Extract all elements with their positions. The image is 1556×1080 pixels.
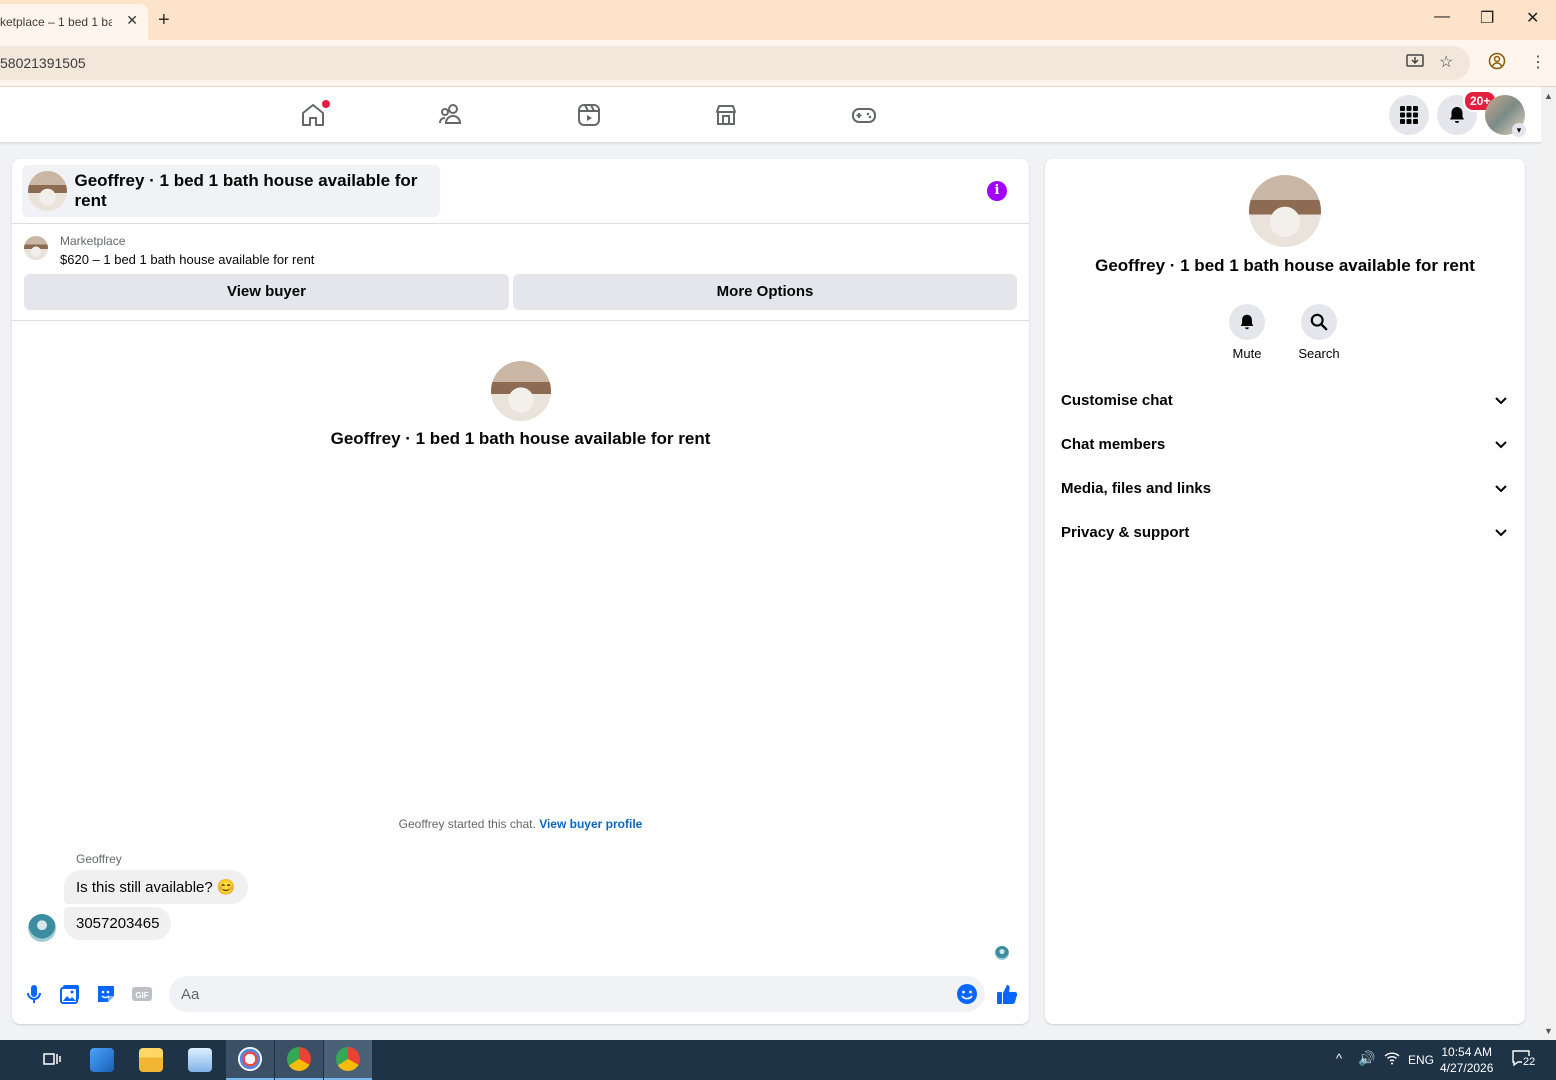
browser-toolbar: 58021391505 ☆ ⋮ bbox=[0, 40, 1556, 87]
sender-avatar[interactable] bbox=[28, 914, 56, 942]
chevron-down-icon bbox=[1495, 485, 1507, 493]
search-label: Search bbox=[1298, 346, 1340, 361]
page-scrollbar[interactable]: ▲ ▼ bbox=[1541, 87, 1556, 1040]
restore-icon[interactable]: ❐ bbox=[1480, 8, 1494, 28]
photos-app-icon[interactable] bbox=[176, 1040, 224, 1080]
paint-app-icon[interactable] bbox=[226, 1040, 274, 1080]
action-center-icon[interactable]: 22 bbox=[1512, 1050, 1540, 1070]
tray-chevron-icon[interactable]: ^ bbox=[1336, 1051, 1342, 1066]
chat-header[interactable]: Geoffrey · 1 bed 1 bath house available … bbox=[22, 165, 440, 217]
language-indicator[interactable]: ENG bbox=[1408, 1053, 1434, 1067]
windows-taskbar: ^ 🔊 ENG 10:54 AM 4/27/2026 22 bbox=[0, 1040, 1556, 1080]
chevron-down-icon bbox=[1495, 397, 1507, 405]
message-bubble[interactable]: Is this still available? 😊 bbox=[64, 870, 248, 904]
emoji-icon[interactable] bbox=[956, 983, 978, 1005]
top-navigation: 20+ ▾ bbox=[0, 87, 1541, 143]
started-text: Geoffrey started this chat. bbox=[398, 817, 536, 831]
gif-icon[interactable]: GIF bbox=[131, 983, 153, 1005]
bookmark-star-icon[interactable]: ☆ bbox=[1439, 52, 1453, 72]
section-label: Customise chat bbox=[1061, 391, 1173, 409]
menu-button[interactable] bbox=[1389, 95, 1429, 135]
browser-tab[interactable]: ketplace – 1 bed 1 ba ✕ bbox=[0, 4, 148, 40]
seen-indicator-avatar bbox=[995, 946, 1009, 960]
video-icon[interactable] bbox=[575, 101, 603, 129]
details-avatar bbox=[1249, 175, 1321, 247]
file-explorer-icon[interactable] bbox=[127, 1040, 175, 1080]
svg-text:GIF: GIF bbox=[135, 991, 148, 1000]
system-clock[interactable]: 10:54 AM 4/27/2026 bbox=[1440, 1044, 1493, 1076]
chrome-profile-m-icon[interactable] bbox=[275, 1040, 323, 1080]
account-chevron-icon[interactable]: ▾ bbox=[1512, 123, 1526, 137]
microphone-icon[interactable] bbox=[23, 983, 45, 1005]
minimize-icon[interactable]: — bbox=[1434, 8, 1450, 26]
section-label: Media, files and links bbox=[1061, 479, 1212, 497]
tab-close-icon[interactable]: ✕ bbox=[126, 12, 138, 29]
divider bbox=[12, 320, 1029, 321]
message-input[interactable] bbox=[169, 976, 985, 1012]
search-icon bbox=[1310, 313, 1328, 331]
scroll-down-icon[interactable]: ▼ bbox=[1544, 1026, 1553, 1036]
clock-date: 4/27/2026 bbox=[1440, 1061, 1494, 1075]
more-options-button[interactable]: More Options bbox=[513, 274, 1017, 310]
mute-button[interactable]: Mute bbox=[1212, 304, 1282, 361]
marketplace-thumbnail bbox=[24, 236, 48, 260]
details-title: Geoffrey · 1 bed 1 bath house available … bbox=[1095, 256, 1475, 275]
photo-icon[interactable] bbox=[59, 983, 81, 1005]
volume-icon[interactable]: 🔊 bbox=[1358, 1050, 1375, 1067]
tab-title: ketplace – 1 bed 1 ba bbox=[0, 15, 112, 29]
chat-members-section[interactable]: Chat members bbox=[1061, 426, 1509, 462]
view-buyer-profile-link[interactable]: View buyer profile bbox=[539, 817, 642, 831]
listing-price[interactable]: $620 – 1 bed 1 bath house available for … bbox=[60, 252, 314, 267]
info-icon[interactable]: i bbox=[987, 181, 1007, 201]
grid-menu-icon bbox=[1400, 106, 1418, 124]
close-window-icon[interactable]: ✕ bbox=[1526, 8, 1539, 28]
friends-icon[interactable] bbox=[437, 101, 465, 129]
privacy-support-section[interactable]: Privacy & support bbox=[1061, 514, 1509, 550]
conversation-title: Geoffrey · 1 bed 1 bath house available … bbox=[330, 429, 711, 448]
thumbs-up-icon[interactable] bbox=[995, 982, 1019, 1006]
browser-menu-icon[interactable]: ⋮ bbox=[1530, 52, 1546, 72]
marketplace-icon[interactable] bbox=[712, 101, 740, 129]
bell-icon bbox=[1240, 314, 1254, 330]
chevron-down-icon bbox=[1495, 529, 1507, 537]
sender-name: Geoffrey bbox=[76, 852, 122, 866]
chat-started-notice: Geoffrey started this chat. View buyer p… bbox=[12, 817, 1029, 831]
section-label: Privacy & support bbox=[1061, 523, 1190, 541]
search-button[interactable]: Search bbox=[1284, 304, 1354, 361]
action-center-count: 22 bbox=[1522, 1056, 1537, 1068]
network-icon[interactable] bbox=[1384, 1051, 1400, 1068]
listing-thumbnail bbox=[28, 171, 67, 211]
address-bar[interactable]: 58021391505 bbox=[0, 46, 1470, 80]
message-bubble[interactable]: 3057203465 bbox=[64, 907, 172, 940]
task-view-icon[interactable] bbox=[28, 1040, 76, 1080]
sticker-icon[interactable] bbox=[95, 983, 117, 1005]
media-files-links-section[interactable]: Media, files and links bbox=[1061, 470, 1509, 506]
install-app-icon[interactable] bbox=[1406, 52, 1424, 75]
customise-chat-section[interactable]: Customise chat bbox=[1061, 382, 1509, 418]
divider bbox=[12, 223, 1029, 224]
profile-icon[interactable] bbox=[1488, 52, 1506, 75]
conversation-avatar bbox=[491, 361, 551, 421]
chevron-down-icon bbox=[1495, 441, 1507, 449]
chrome-active-icon[interactable] bbox=[324, 1040, 372, 1080]
chat-panel: Geoffrey · 1 bed 1 bath house available … bbox=[12, 159, 1029, 1024]
chat-title: Geoffrey · 1 bed 1 bath house available … bbox=[74, 171, 418, 210]
mute-label: Mute bbox=[1232, 346, 1262, 361]
remote-desktop-icon[interactable] bbox=[78, 1040, 126, 1080]
clock-time: 10:54 AM bbox=[1441, 1045, 1493, 1059]
browser-tab-bar: ketplace – 1 bed 1 ba ✕ + — ❐ ✕ bbox=[0, 0, 1556, 40]
scroll-up-icon[interactable]: ▲ bbox=[1544, 91, 1553, 101]
section-label: Chat members bbox=[1061, 435, 1166, 453]
marketplace-label: Marketplace bbox=[60, 234, 126, 248]
new-tab-icon[interactable]: + bbox=[158, 8, 170, 32]
address-text: 58021391505 bbox=[0, 55, 86, 71]
chat-details-panel: Geoffrey · 1 bed 1 bath house available … bbox=[1045, 159, 1525, 1024]
home-notification-dot bbox=[322, 100, 330, 108]
gaming-icon[interactable] bbox=[850, 101, 878, 129]
view-buyer-button[interactable]: View buyer bbox=[24, 274, 509, 310]
